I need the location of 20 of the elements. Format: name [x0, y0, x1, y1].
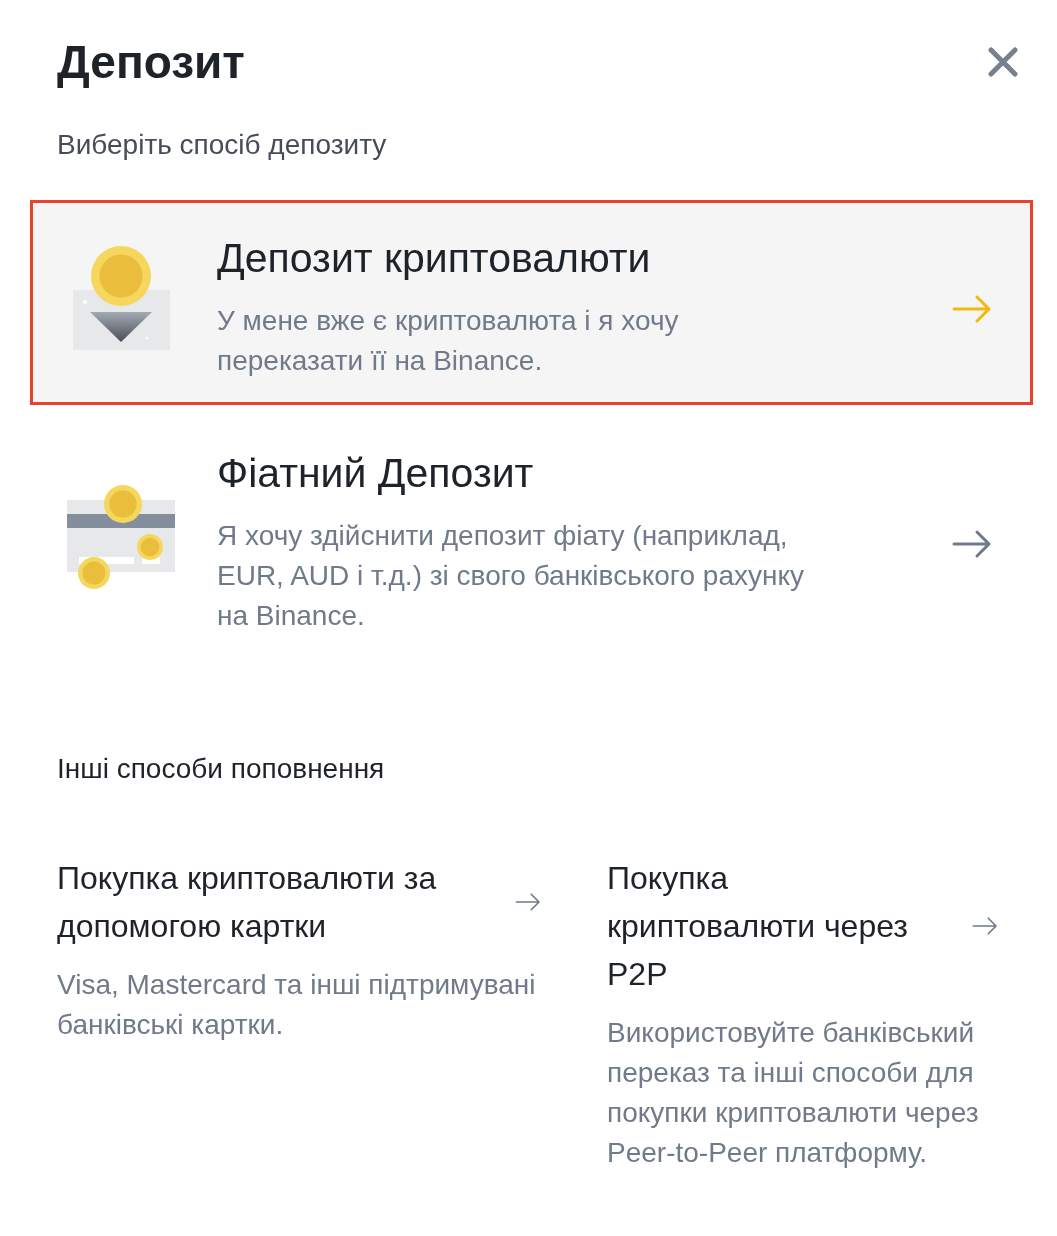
option-description: Visa, Mastercard та інші підтримувані банківські картки.: [57, 968, 537, 1042]
section-heading: Інші способи поповнення: [57, 753, 386, 785]
option-title[interactable]: Покупка криптовалюти через P2P: [607, 854, 932, 998]
option-description: Використовуйте банківський переказ та інші способи для покупки криптовалюти через Peer-to-Peer платформу.: [607, 1016, 980, 1170]
coin-tray-icon: [73, 245, 170, 350]
deposit-option-card[interactable]: Депозит криптовалюти У мене вже є криптовалюта і я хочу переказати її на Binance.: [30, 200, 1033, 405]
arrow-right-icon[interactable]: [952, 528, 992, 559]
close-icon: [988, 47, 1018, 77]
dialog-title: Депозит: [57, 36, 245, 88]
option-title: Фіатний Депозит: [217, 451, 535, 495]
arrow-right-icon[interactable]: [972, 916, 998, 936]
arrow-right-icon[interactable]: [515, 892, 541, 912]
card-coins-icon: [67, 485, 177, 590]
deposit-option-card[interactable]: Фіатний Депозит Я хочу здійснити депозит фіату (наприклад, EUR, AUD і т.д.) зі свого банківського рахунку на Binance.: [30, 415, 1033, 660]
option-title: Депозит криптовалюти: [217, 236, 652, 280]
deposit-method-prompt: Виберіть спосіб депозиту: [56, 129, 388, 161]
close-button[interactable]: [985, 44, 1021, 80]
option-description: У мене вже є криптовалюта і я хочу переказати її на Binance.: [217, 304, 680, 378]
option-description: Я хочу здійснити депозит фіату (наприклад, EUR, AUD і т.д.) зі свого банківського рахунку на Binance.: [217, 519, 805, 633]
option-title[interactable]: Покупка криптовалюти за допомогою картки: [57, 854, 477, 950]
